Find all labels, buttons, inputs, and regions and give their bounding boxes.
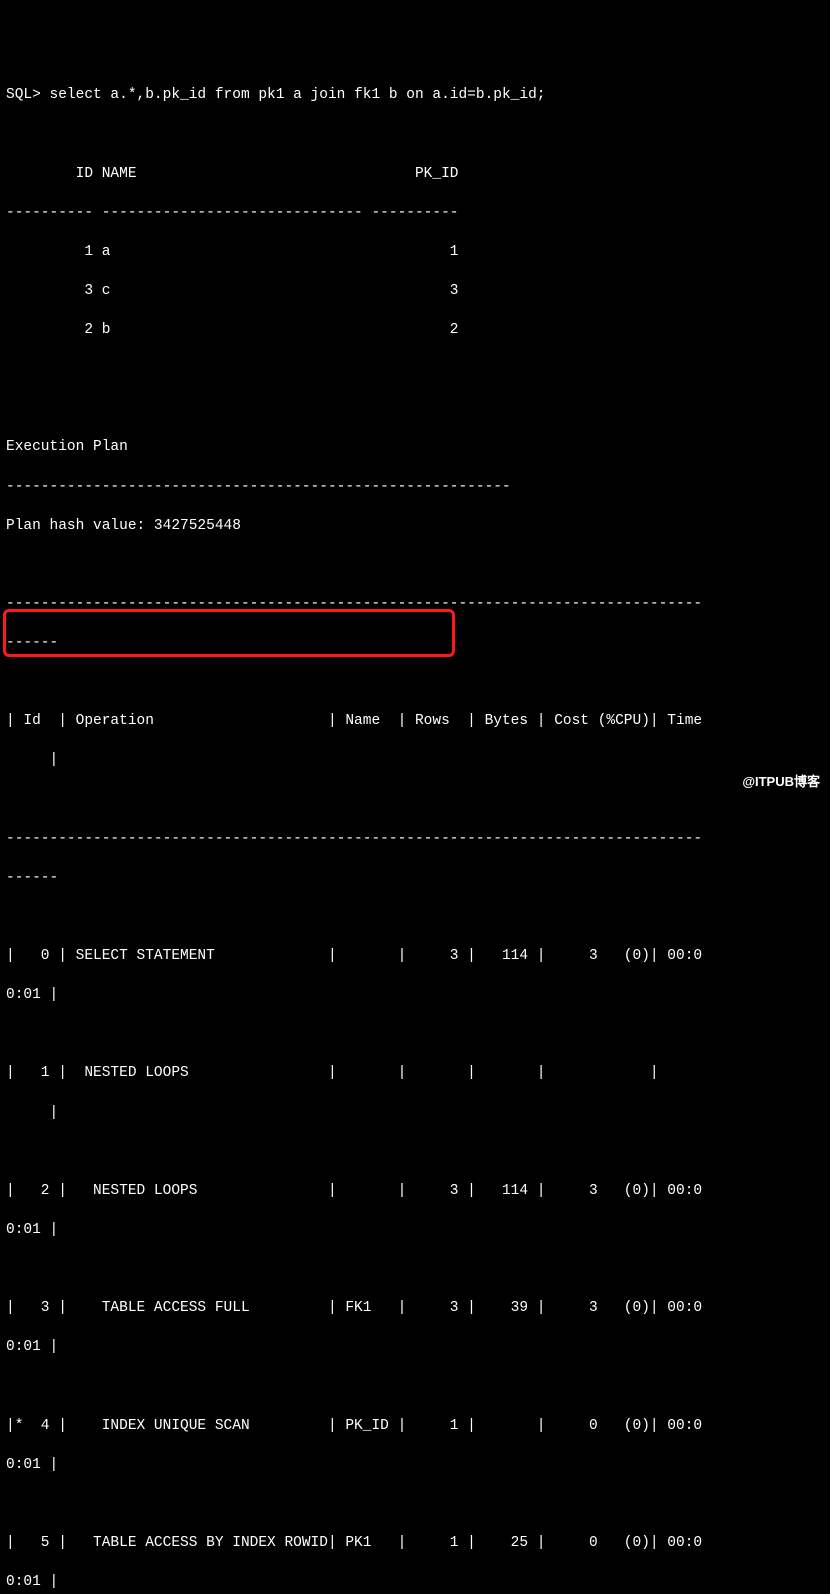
result-sep: ---------- -----------------------------… <box>6 204 824 224</box>
plan-row: | 1 | NESTED LOOPS | | | | | <box>6 1064 824 1084</box>
blank <box>6 1260 824 1280</box>
plan-hash-value: Plan hash value: 3427525448 <box>6 517 824 537</box>
plan-row: | 2 | NESTED LOOPS | | 3 | 114 | 3 (0)| … <box>6 1182 824 1202</box>
plan-row-highlighted: 0:01 | <box>6 1338 824 1358</box>
plan-header: | <box>6 751 824 771</box>
plan-row: | 5 | TABLE ACCESS BY INDEX ROWID| PK1 |… <box>6 1534 824 1554</box>
result-row: 3 c 3 <box>6 282 824 302</box>
plan-row: | <box>6 1104 824 1124</box>
plan-row: 0:01 | <box>6 1573 824 1593</box>
plan-row: 0:01 | <box>6 1456 824 1476</box>
plan-row: 0:01 | <box>6 1221 824 1241</box>
execution-plan-title: Execution Plan <box>6 438 824 458</box>
blank <box>6 1495 824 1515</box>
execution-plan-sep: ----------------------------------------… <box>6 478 824 498</box>
dash-line: ------ <box>6 869 824 889</box>
sql-prompt-line: SQL> select a.*,b.pk_id from pk1 a join … <box>6 86 824 106</box>
plan-row: 0:01 | <box>6 986 824 1006</box>
result-row: 1 a 1 <box>6 243 824 263</box>
blank <box>6 360 824 380</box>
dash-line: ----------------------------------------… <box>6 595 824 615</box>
plan-row-highlighted: | 3 | TABLE ACCESS FULL | FK1 | 3 | 39 |… <box>6 1299 824 1319</box>
blank <box>6 791 824 811</box>
plan-row: | 0 | SELECT STATEMENT | | 3 | 114 | 3 (… <box>6 947 824 967</box>
blank <box>6 125 824 145</box>
blank <box>6 399 824 419</box>
result-row: 2 b 2 <box>6 321 824 341</box>
blank <box>6 908 824 928</box>
blank <box>6 1025 824 1045</box>
result-header: ID NAME PK_ID <box>6 165 824 185</box>
dash-line: ----------------------------------------… <box>6 830 824 850</box>
plan-header: | Id | Operation | Name | Rows | Bytes |… <box>6 712 824 732</box>
blank <box>6 1377 824 1397</box>
blank <box>6 1143 824 1163</box>
blank <box>6 556 824 576</box>
watermark: @ITPUB博客 <box>742 773 820 791</box>
plan-row: |* 4 | INDEX UNIQUE SCAN | PK_ID | 1 | |… <box>6 1417 824 1437</box>
blank <box>6 673 824 693</box>
dash-line: ------ <box>6 634 824 654</box>
